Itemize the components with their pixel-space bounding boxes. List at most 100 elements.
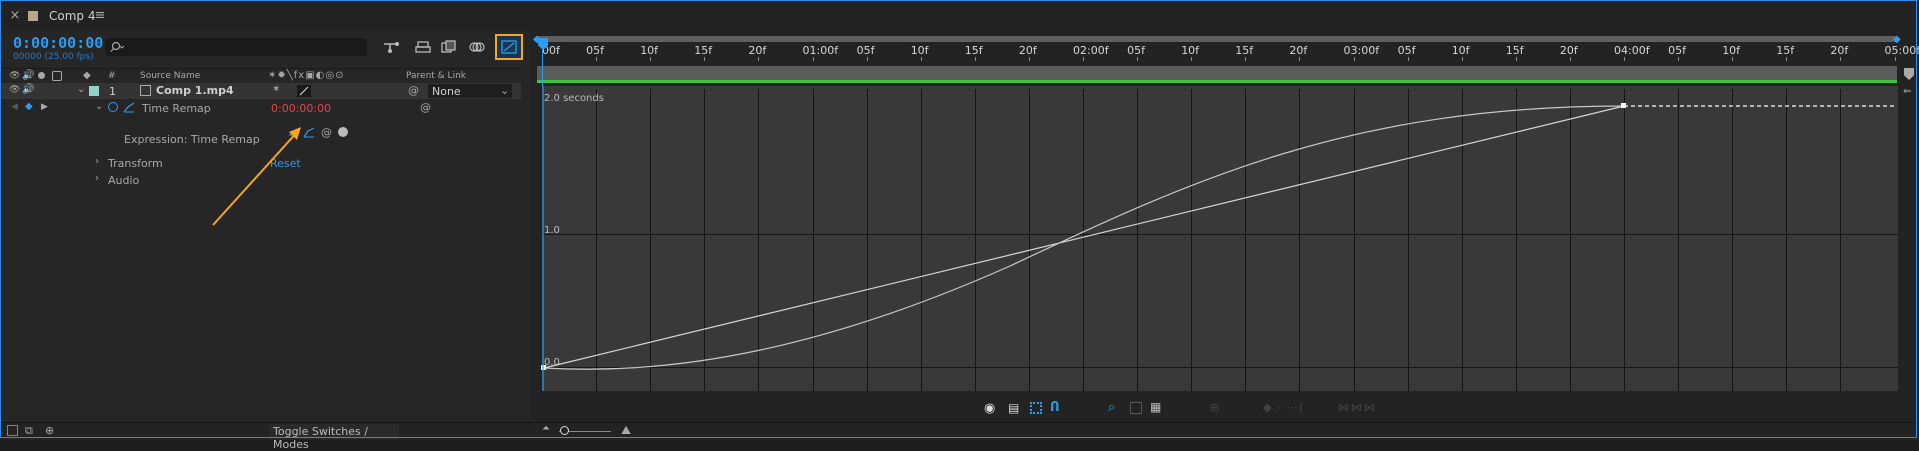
- stopwatch-icon[interactable]: [108, 102, 118, 112]
- ruler-tick-label: 05f: [1127, 44, 1145, 57]
- composition-tab-title[interactable]: Comp 4: [49, 9, 95, 23]
- ruler-tick-label: 15f: [1235, 44, 1253, 57]
- ruler-tick-mark: [1408, 57, 1409, 61]
- layer-expand-chevron-icon[interactable]: ⌄: [77, 84, 85, 95]
- ruler-tick-label: 02:00f: [1073, 44, 1109, 57]
- ruler-tick-label: 20f: [1289, 44, 1307, 57]
- easy-ease-icons[interactable]: ⋈⋈⋈: [1338, 401, 1377, 414]
- transfer-controls-pane-icon[interactable]: ⧉: [25, 424, 33, 438]
- transform-expand-chevron-icon[interactable]: ›: [95, 156, 99, 167]
- ruler-tick-label: 01:00f: [803, 44, 839, 57]
- zoom-out-mountain-icon[interactable]: ⏶: [542, 423, 550, 434]
- ruler-tick-label: 10f: [1452, 44, 1470, 57]
- zoom-in-mountain-icon[interactable]: ⛰: [621, 423, 631, 438]
- ruler-tick-label: 20f: [1830, 44, 1848, 57]
- layer-name[interactable]: Comp 1.mp4: [156, 84, 234, 97]
- layer-search-field[interactable]: [105, 38, 367, 56]
- motion-blur-icon[interactable]: [467, 38, 487, 56]
- time-remap-expand-chevron-icon[interactable]: ⌄: [95, 101, 103, 112]
- annotation-arrow: [201, 116, 311, 231]
- layer-row[interactable]: 👁 🔊 ⌄ 1 Comp 1.mp4 ✶ @ None ⌄: [1, 83, 521, 99]
- quality-switch[interactable]: [297, 85, 311, 97]
- ruler-tick-label: 20f: [748, 44, 766, 57]
- layer-switches-icons: ✶✹╲fx▣◐◎⊙: [268, 70, 345, 81]
- lock-icon[interactable]: [52, 71, 62, 81]
- ruler-tick-label: 10f: [911, 44, 929, 57]
- ruler-tick-label: 05f: [857, 44, 875, 57]
- current-time-display[interactable]: 0:00:00:00: [13, 34, 103, 52]
- number-column-header[interactable]: #: [108, 71, 116, 81]
- ruler-tick-mark: [1462, 57, 1463, 61]
- keyframe-interpolation-icons[interactable]: ◆⋰⋯⌈: [1263, 401, 1306, 414]
- ruler-tick-label: 20f: [1560, 44, 1578, 57]
- time-ruler[interactable]: [535, 37, 1901, 61]
- ruler-tick-label: 15f: [694, 44, 712, 57]
- label-tag-icon[interactable]: ◆: [83, 70, 91, 81]
- end-keyframe: [1621, 103, 1626, 108]
- fit-all-icon[interactable]: [1130, 402, 1142, 414]
- video-eye-icon[interactable]: 👁: [9, 71, 20, 81]
- search-icon: [109, 41, 125, 56]
- separate-dimensions-icon[interactable]: ▦: [1150, 400, 1161, 414]
- graph-toggle-small-icon[interactable]: [123, 101, 135, 116]
- snapping-magnet-icon[interactable]: Ո: [1050, 400, 1060, 415]
- ruler-tick-label: 05f: [1398, 44, 1416, 57]
- expression-language-menu-icon[interactable]: [338, 127, 348, 137]
- switch-cells: [331, 85, 401, 97]
- time-remap-value[interactable]: 0:00:00:00: [271, 102, 331, 115]
- show-transform-box-icon[interactable]: [1030, 402, 1042, 414]
- layer-switches-pane-icon[interactable]: [7, 425, 18, 436]
- layer-label-color[interactable]: [89, 86, 99, 96]
- frame-count-display: 00000 (25.00 fps): [13, 52, 94, 62]
- toggle-switches-modes-label: Toggle Switches / Modes: [273, 425, 399, 451]
- pick-whip-icon[interactable]: @: [408, 84, 419, 97]
- audio-icon[interactable]: 🔊: [22, 70, 34, 81]
- time-remap-label: Time Remap: [142, 102, 211, 115]
- ruler-tick-label: 15f: [1776, 44, 1794, 57]
- layer-audio-icon[interactable]: 🔊: [22, 84, 34, 95]
- comp-marker-bin-icon[interactable]: ⇐: [1903, 86, 1911, 97]
- toggle-switches-modes-button[interactable]: Toggle Switches / Modes: [269, 424, 399, 439]
- search-input[interactable]: [129, 39, 363, 55]
- edit-selected-keyframes-icon[interactable]: ⊞: [1210, 401, 1219, 414]
- draft-3d-icon[interactable]: [413, 38, 433, 56]
- next-keyframe-icon[interactable]: ▶: [41, 102, 48, 112]
- composition-mini-flowchart-icon[interactable]: [381, 38, 401, 56]
- ruler-tick-mark: [704, 57, 705, 61]
- ruler-tick-mark: [758, 57, 759, 61]
- ruler-tick-mark: [867, 57, 868, 61]
- ruler-tick-mark: [813, 57, 814, 61]
- property-pick-whip-icon[interactable]: @: [420, 101, 431, 114]
- time-remap-property-row[interactable]: ◀ ◆ ▶ ⌄ Time Remap 0:00:00:00 @: [1, 100, 521, 117]
- transform-label: Transform: [108, 157, 163, 170]
- layer-duration-bar[interactable]: [537, 66, 1897, 83]
- previous-keyframe-icon[interactable]: ◀: [11, 102, 18, 112]
- ruler-tick-mark: [1840, 57, 1841, 61]
- close-tab-button[interactable]: ×: [9, 8, 21, 22]
- fit-selection-icon[interactable]: ⌕: [1108, 400, 1115, 415]
- source-name-column-header[interactable]: Source Name: [140, 71, 200, 81]
- graph-editor-toggle-button[interactable]: [495, 34, 523, 60]
- status-bar: ⧉ ⊕ Toggle Switches / Modes ⏶ ⛰: [1, 422, 1918, 440]
- graph-type-options-icon[interactable]: ▤: [1008, 401, 1019, 415]
- ruler-tick-mark: [1570, 57, 1571, 61]
- ruler-tick-mark: [1299, 57, 1300, 61]
- layer-visibility-icon[interactable]: 👁: [9, 85, 20, 95]
- solo-icon[interactable]: [38, 72, 45, 79]
- in-out-pane-icon[interactable]: ⊕: [45, 424, 54, 437]
- tab-menu-button[interactable]: ≡: [93, 8, 107, 22]
- parent-dropdown[interactable]: None ⌄: [428, 84, 512, 98]
- keyframe-diamond-icon[interactable]: ◆: [25, 101, 33, 112]
- zoom-slider-handle[interactable]: [560, 426, 569, 435]
- ruler-tick-label: 05f: [1668, 44, 1686, 57]
- collapse-switch-icon[interactable]: ✶: [272, 84, 280, 95]
- audio-expand-chevron-icon[interactable]: ›: [95, 173, 99, 184]
- ruler-tick-label: 20f: [1019, 44, 1037, 57]
- parent-link-column-header[interactable]: Parent & Link: [406, 71, 466, 81]
- show-properties-eye-icon[interactable]: ◉: [984, 401, 995, 416]
- frame-blending-icon[interactable]: [439, 38, 459, 56]
- ruler-tick-mark: [1137, 57, 1138, 61]
- composition-footage-icon: [140, 85, 151, 96]
- graph-toolbar: ◉ ▤ Ո ⌕ ▦ ⊞ ◆⋰⋯⌈ ⋈⋈⋈: [980, 398, 1440, 420]
- expression-pick-whip-icon[interactable]: @: [321, 126, 332, 139]
